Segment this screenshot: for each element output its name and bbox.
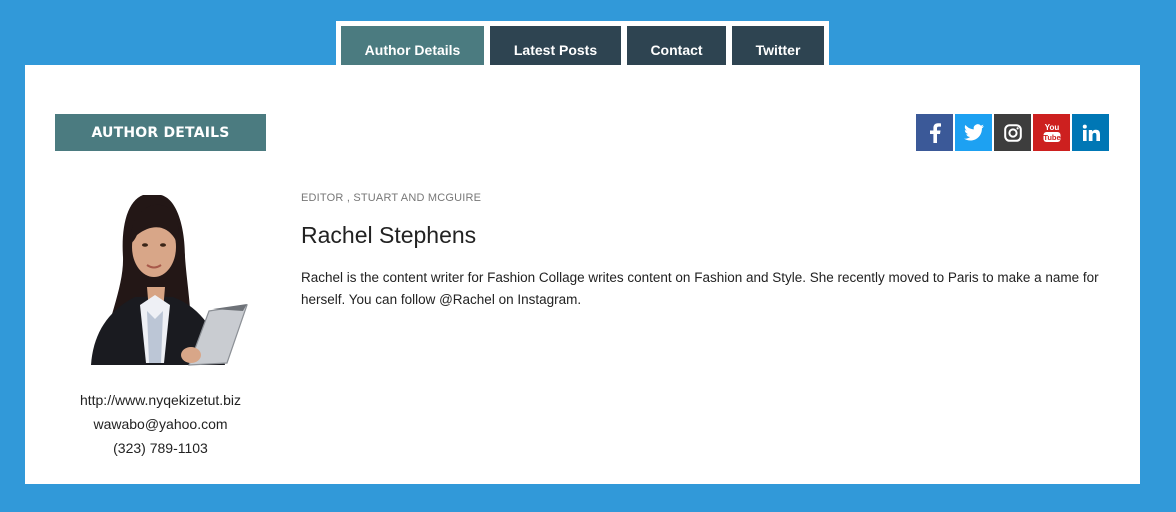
twitter-icon[interactable] <box>955 114 992 151</box>
linkedin-icon[interactable] <box>1072 114 1109 151</box>
author-phone: (323) 789-1103 <box>113 440 208 456</box>
author-panel: AUTHOR DETAILS You Tube http://www.nyqek… <box>25 65 1140 484</box>
section-title: AUTHOR DETAILS <box>55 114 266 151</box>
author-email-link[interactable]: wawabo@yahoo.com <box>55 412 266 436</box>
svg-text:You: You <box>1044 123 1059 132</box>
svg-text:Tube: Tube <box>1043 133 1060 142</box>
author-website-link[interactable]: http://www.nyqekizetut.biz <box>55 388 266 412</box>
social-links: You Tube <box>916 114 1111 151</box>
author-contact: http://www.nyqekizetut.biz wawabo@yahoo.… <box>55 388 266 460</box>
author-photo <box>77 187 249 367</box>
youtube-icon[interactable]: You Tube <box>1033 114 1070 151</box>
author-name: Rachel Stephens <box>301 222 477 248</box>
facebook-icon[interactable] <box>916 114 953 151</box>
instagram-icon[interactable] <box>994 114 1031 151</box>
author-role: EDITOR , STUART AND MCGUIRE <box>301 192 482 204</box>
author-bio: Rachel is the content writer for Fashion… <box>301 270 1099 307</box>
